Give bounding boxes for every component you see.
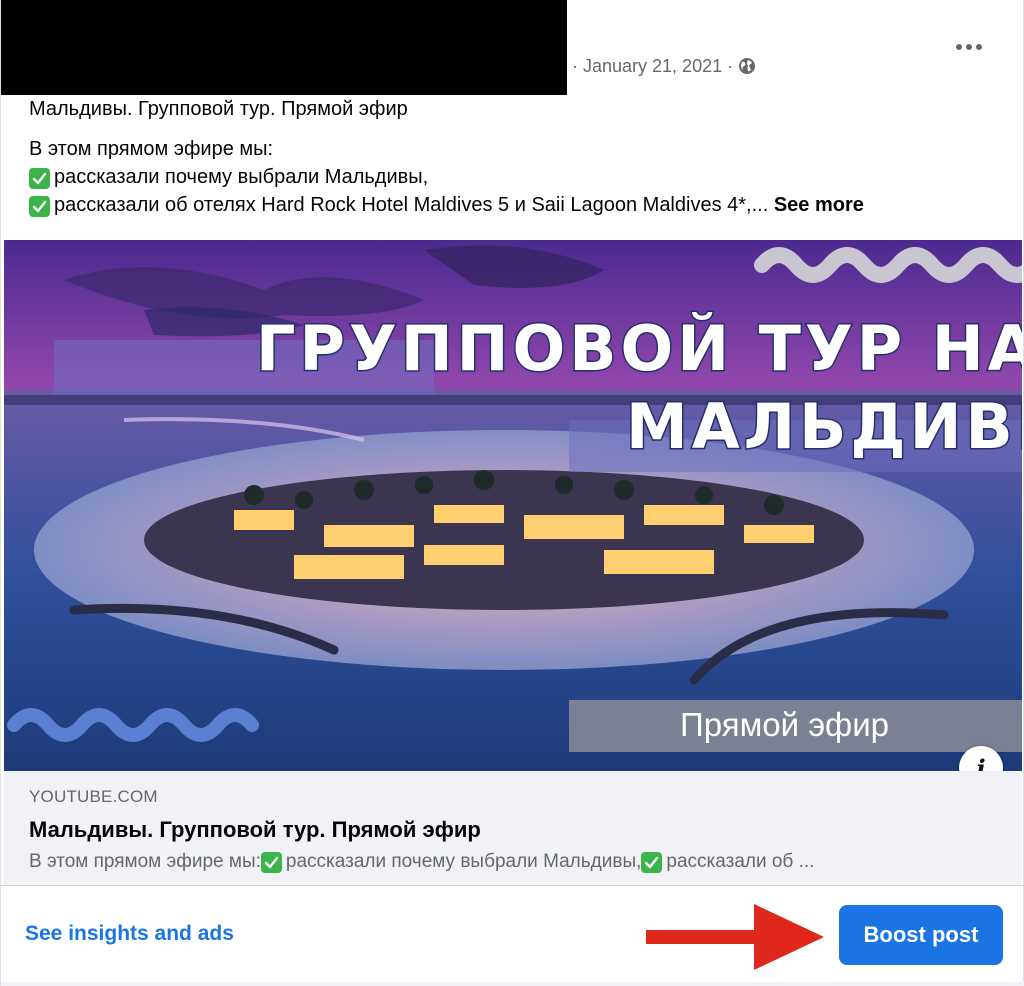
see-insights-link[interactable]: See insights and ads [25,922,234,946]
post-card: · January 21, 2021 · Мальдивы. Групповой… [0,0,1024,986]
globe-icon[interactable] [738,57,756,75]
redacted-author-area [1,0,567,95]
thumbnail-headline-line2: МАЛЬДИВЫ [626,390,1022,463]
post-date[interactable]: January 21, 2021 [583,56,722,77]
divider [1,982,1024,986]
see-more-link[interactable]: See more [774,194,864,216]
post-meta: · January 21, 2021 · [567,53,756,79]
dot [966,44,972,50]
post-text: Мальдивы. Групповой тур. Прямой эфир В э… [29,95,1009,219]
link-description-text: рассказали об ... [666,851,815,872]
boost-post-button[interactable]: Boost post [839,905,1003,965]
video-thumbnail[interactable]: ГРУППОВОЙ ТУР НА МАЛЬДИВЫ Прямой эфир [4,240,1022,771]
check-mark-icon [29,168,50,189]
check-mark-icon [641,852,663,873]
post-list-item-text: рассказали почему выбрали Мальдивы, [54,166,429,188]
red-arrow-annotation [646,904,824,970]
check-mark-icon [260,852,282,873]
link-description-text: В этом прямом эфире мы: [29,851,261,872]
divider [1,885,1024,886]
dot [976,44,982,50]
check-mark-icon [29,196,50,217]
post-list-item: рассказали об отелях Hard Rock Hotel Mal… [29,191,1009,219]
post-title-line: Мальдивы. Групповой тур. Прямой эфир [29,98,408,120]
dot [956,44,962,50]
more-options-button[interactable] [949,30,989,64]
meta-separator: · [572,55,578,76]
post-list-item: рассказали почему выбрали Мальдивы, [29,163,1009,191]
link-description-text: рассказали почему выбрали Мальдивы, [285,851,642,872]
link-preview[interactable]: YOUTUBE.COM Мальдивы. Групповой тур. Пря… [4,771,1022,885]
post-intro-line: В этом прямом эфире мы: [29,138,274,160]
link-title[interactable]: Мальдивы. Групповой тур. Прямой эфир [29,817,481,843]
link-domain: YOUTUBE.COM [29,787,158,806]
thumbnail-badge: Прямой эфир [680,706,889,743]
link-description: В этом прямом эфире мы: рассказали почему… [29,851,989,873]
thumbnail-headline-line1: ГРУППОВОЙ ТУР НА [256,312,1022,385]
meta-separator: · [727,55,734,76]
post-list-item-text: рассказали об отелях Hard Rock Hotel Mal… [54,194,769,216]
